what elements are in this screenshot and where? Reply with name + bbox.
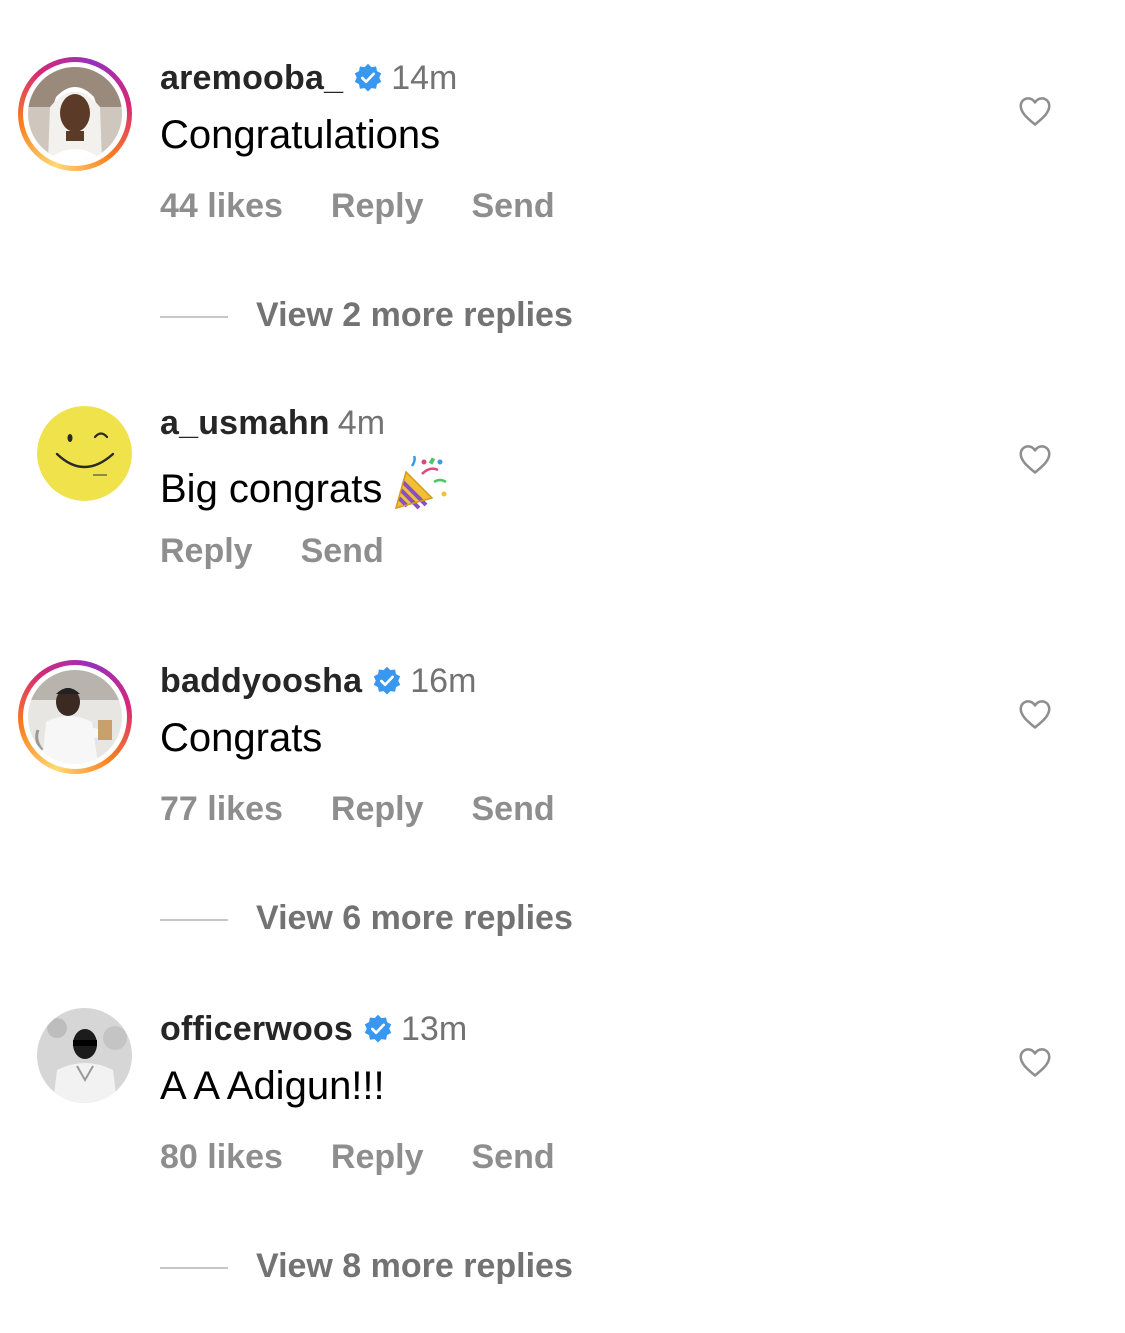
like-heart-icon[interactable] <box>1016 440 1054 478</box>
comment-actions: 44 likes Reply Send <box>160 186 603 226</box>
comment-timestamp: 13m <box>401 1010 468 1048</box>
reply-button[interactable]: Reply <box>331 187 424 225</box>
comment-actions: Reply Send <box>160 531 432 571</box>
send-button[interactable]: Send <box>471 1138 554 1176</box>
comment-header: baddyoosha 16m <box>160 661 476 701</box>
replies-divider <box>160 1267 228 1270</box>
verified-badge-icon <box>364 1014 392 1043</box>
comment-header: aremooba_ 14m <box>160 58 457 98</box>
comment-actions: 77 likes Reply Send <box>160 789 603 829</box>
likes-count[interactable]: 44 likes <box>160 187 283 225</box>
likes-count[interactable]: 77 likes <box>160 790 283 828</box>
smiley-avatar-icon <box>37 406 132 501</box>
view-replies-label: View 8 more replies <box>256 1247 573 1285</box>
like-heart-icon[interactable] <box>1016 92 1054 130</box>
verified-badge-icon <box>374 666 401 695</box>
party-popper-icon <box>395 456 448 510</box>
view-replies-button[interactable]: View 2 more replies <box>160 295 573 335</box>
comment-timestamp: 14m <box>391 59 458 97</box>
replies-divider <box>160 919 228 922</box>
username[interactable]: officerwoos <box>160 1010 353 1048</box>
like-heart-icon[interactable] <box>1016 1043 1054 1081</box>
avatar[interactable] <box>37 406 132 501</box>
comment-item: aremooba_ 14m Congratulations 44 likes Rep… <box>0 0 1125 360</box>
view-replies-button[interactable]: View 6 more replies <box>160 898 573 938</box>
view-replies-button[interactable]: View 8 more replies <box>160 1246 573 1286</box>
comment-timestamp: 4m <box>337 404 386 442</box>
comment-text-content: Big congrats <box>160 467 383 511</box>
avatar-photo-icon <box>28 670 122 764</box>
reply-button[interactable]: Reply <box>160 532 253 570</box>
reply-button[interactable]: Reply <box>331 790 424 828</box>
avatar[interactable] <box>18 57 132 171</box>
comment-text: Big congrats <box>160 456 448 513</box>
comment-header: a_usmahn 4m <box>160 403 385 443</box>
send-button[interactable]: Send <box>301 532 384 570</box>
username[interactable]: aremooba_ <box>160 59 343 97</box>
avatar-photo-icon <box>28 67 122 161</box>
comment-text: Congratulations <box>160 113 441 157</box>
send-button[interactable]: Send <box>471 187 554 225</box>
view-replies-label: View 2 more replies <box>256 296 573 334</box>
likes-count[interactable]: 80 likes <box>160 1138 283 1176</box>
avatar[interactable] <box>18 660 132 774</box>
avatar-photo-icon <box>37 1008 132 1103</box>
username[interactable]: baddyoosha <box>160 662 362 700</box>
like-heart-icon[interactable] <box>1016 695 1054 733</box>
comment-actions: 80 likes Reply Send <box>160 1137 603 1177</box>
avatar[interactable] <box>37 1008 132 1103</box>
send-button[interactable]: Send <box>471 790 554 828</box>
replies-divider <box>160 316 228 319</box>
view-replies-label: View 6 more replies <box>256 899 573 937</box>
verified-badge-icon <box>355 63 382 92</box>
username[interactable]: a_usmahn <box>160 404 330 442</box>
comment-text: A A Adigun!!! <box>160 1064 385 1108</box>
comment-text: Congrats <box>160 716 323 760</box>
comment-timestamp: 16m <box>410 662 477 700</box>
reply-button[interactable]: Reply <box>331 1138 424 1176</box>
comment-header: officerwoos 13m <box>160 1009 467 1049</box>
